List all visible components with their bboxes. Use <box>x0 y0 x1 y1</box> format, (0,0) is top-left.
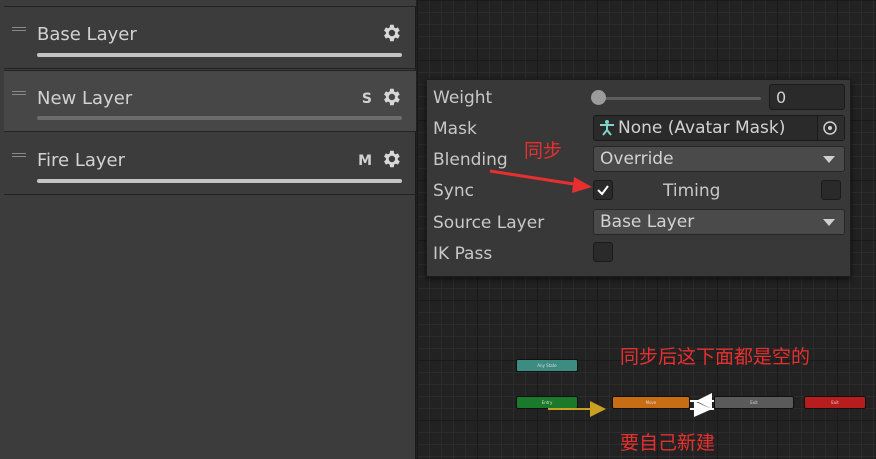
layer-item-fire[interactable]: Fire Layer M <box>4 133 416 195</box>
drag-handle-icon[interactable] <box>12 91 26 95</box>
weight-slider[interactable] <box>597 97 761 100</box>
blending-dropdown[interactable]: Override <box>593 146 845 172</box>
weight-slider-knob[interactable] <box>591 90 606 105</box>
annotation-empty-note: 同步后这下面都是空的 <box>620 346 811 368</box>
blending-label: Blending <box>433 150 508 170</box>
drag-handle-icon[interactable] <box>12 153 26 157</box>
source-layer-label: Source Layer <box>433 213 545 233</box>
state-node-move[interactable]: Move <box>612 396 690 409</box>
layer-sync-badge: S <box>361 91 372 107</box>
timing-checkbox[interactable] <box>821 180 841 200</box>
layer-item-base[interactable]: Base Layer <box>4 7 416 69</box>
layer-weight-bar <box>37 116 402 120</box>
blending-value: Override <box>600 149 674 169</box>
weight-field[interactable]: 0 <box>769 84 845 110</box>
timing-label: Timing <box>663 181 721 201</box>
layer-name: Fire Layer <box>37 150 126 171</box>
source-layer-value: Base Layer <box>600 212 695 232</box>
layer-settings-popup: Weight 0 Mask None (Avatar Mask) Blendin… <box>426 79 851 277</box>
layer-name: Base Layer <box>37 24 137 45</box>
chevron-down-icon <box>823 156 835 163</box>
layer-weight-bar <box>37 53 402 57</box>
layer-list-top <box>4 0 416 7</box>
layer-mask-badge: M <box>358 153 372 169</box>
weight-label: Weight <box>433 88 493 108</box>
layer-weight-bar <box>37 179 402 183</box>
annotation-create-note: 要自己新建 <box>620 432 716 454</box>
gear-icon[interactable] <box>380 86 402 108</box>
annotation-sync-note: 同步 <box>524 140 563 162</box>
animator-window: Base Layer New Layer S Fire Layer M Any … <box>0 0 876 459</box>
state-node-exit-gray[interactable]: Exit <box>714 396 794 409</box>
gear-icon[interactable] <box>380 22 402 44</box>
layer-item-new[interactable]: New Layer S <box>4 70 416 132</box>
drag-handle-icon[interactable] <box>12 27 26 31</box>
checkmark-icon <box>597 185 609 196</box>
mask-field[interactable]: None (Avatar Mask) <box>593 115 845 141</box>
layers-panel: Base Layer New Layer S Fire Layer M <box>0 0 416 459</box>
layer-name: New Layer <box>37 88 133 109</box>
chevron-down-icon <box>823 219 835 226</box>
ik-pass-label: IK Pass <box>433 244 493 264</box>
state-node-exit-red[interactable]: Exit <box>804 396 866 409</box>
state-node-entry[interactable]: Entry <box>516 396 578 409</box>
gear-icon[interactable] <box>380 148 402 170</box>
mask-value: None (Avatar Mask) <box>618 118 786 138</box>
sync-checkbox[interactable] <box>593 180 613 200</box>
object-picker-button[interactable] <box>817 116 844 140</box>
sync-label: Sync <box>433 181 474 201</box>
source-layer-dropdown[interactable]: Base Layer <box>593 209 845 235</box>
state-node-any-state[interactable]: Any State <box>516 359 578 372</box>
avatar-mask-icon <box>600 120 614 136</box>
mask-label: Mask <box>433 119 477 139</box>
target-icon <box>823 121 837 135</box>
ik-pass-checkbox[interactable] <box>593 242 613 262</box>
